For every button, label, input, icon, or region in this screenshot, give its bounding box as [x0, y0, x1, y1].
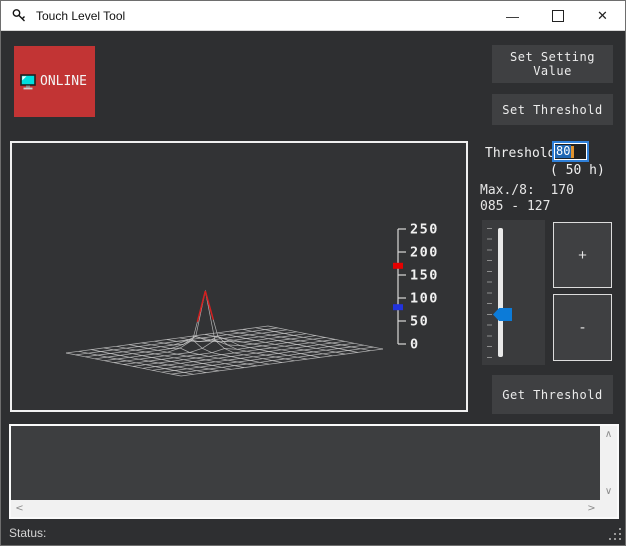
- window-titlebar[interactable]: Touch Level Tool — ✕: [1, 1, 625, 31]
- set-threshold-button[interactable]: Set Threshold: [492, 94, 613, 125]
- scroll-up-button[interactable]: ∧: [600, 426, 617, 443]
- surface-plot: 0 50 100 150 200 250: [12, 143, 466, 410]
- threshold-label: Threshold: [485, 146, 555, 161]
- slider-ticks: [487, 228, 492, 358]
- svg-text:200: 200: [410, 245, 439, 261]
- online-label: ONLINE: [40, 74, 87, 89]
- threshold-input[interactable]: 80: [552, 141, 589, 162]
- threshold-selected-text: 80: [555, 145, 571, 158]
- level-slider-panel[interactable]: [482, 220, 545, 365]
- close-button[interactable]: ✕: [580, 1, 625, 31]
- increase-button[interactable]: +: [553, 222, 612, 288]
- scroll-down-button[interactable]: ∨: [600, 483, 617, 500]
- minimize-button[interactable]: —: [490, 1, 535, 31]
- scrollbar-corner: [600, 500, 617, 517]
- slider-track[interactable]: [498, 228, 503, 357]
- log-textarea[interactable]: ∧ ∨ < >: [9, 424, 619, 519]
- threshold-hex-hint: ( 50 h): [550, 163, 605, 178]
- scroll-left-button[interactable]: <: [11, 500, 28, 517]
- resize-grip[interactable]: [608, 528, 621, 541]
- text-caret: [571, 146, 574, 158]
- range-text: 085 - 127: [480, 199, 550, 214]
- vertical-scrollbar[interactable]: ∧ ∨: [600, 426, 617, 500]
- svg-text:250: 250: [410, 222, 439, 238]
- svg-text:50: 50: [410, 314, 429, 330]
- scroll-right-button[interactable]: >: [583, 500, 600, 517]
- svg-text:100: 100: [410, 291, 439, 307]
- maximize-button[interactable]: [535, 1, 580, 31]
- slider-thumb[interactable]: [493, 308, 512, 321]
- window-title: Touch Level Tool: [36, 9, 125, 23]
- get-threshold-button[interactable]: Get Threshold: [492, 375, 613, 414]
- surface-plot-panel: 0 50 100 150 200 250: [10, 141, 468, 412]
- svg-text:0: 0: [410, 337, 420, 353]
- app-window: Touch Level Tool — ✕ ONLINE Set Setting …: [0, 0, 626, 546]
- key-icon: [11, 7, 28, 24]
- horizontal-scrollbar[interactable]: < >: [11, 500, 600, 517]
- svg-text:150: 150: [410, 268, 439, 284]
- decrease-button[interactable]: -: [553, 294, 612, 361]
- maximize-icon: [552, 10, 564, 22]
- monitor-icon: [20, 74, 37, 90]
- online-badge: ONLINE: [14, 46, 95, 117]
- max-level-text: Max./8: 170: [480, 183, 574, 198]
- set-setting-value-button[interactable]: Set Setting Value: [492, 45, 613, 83]
- status-label: Status:: [9, 526, 46, 540]
